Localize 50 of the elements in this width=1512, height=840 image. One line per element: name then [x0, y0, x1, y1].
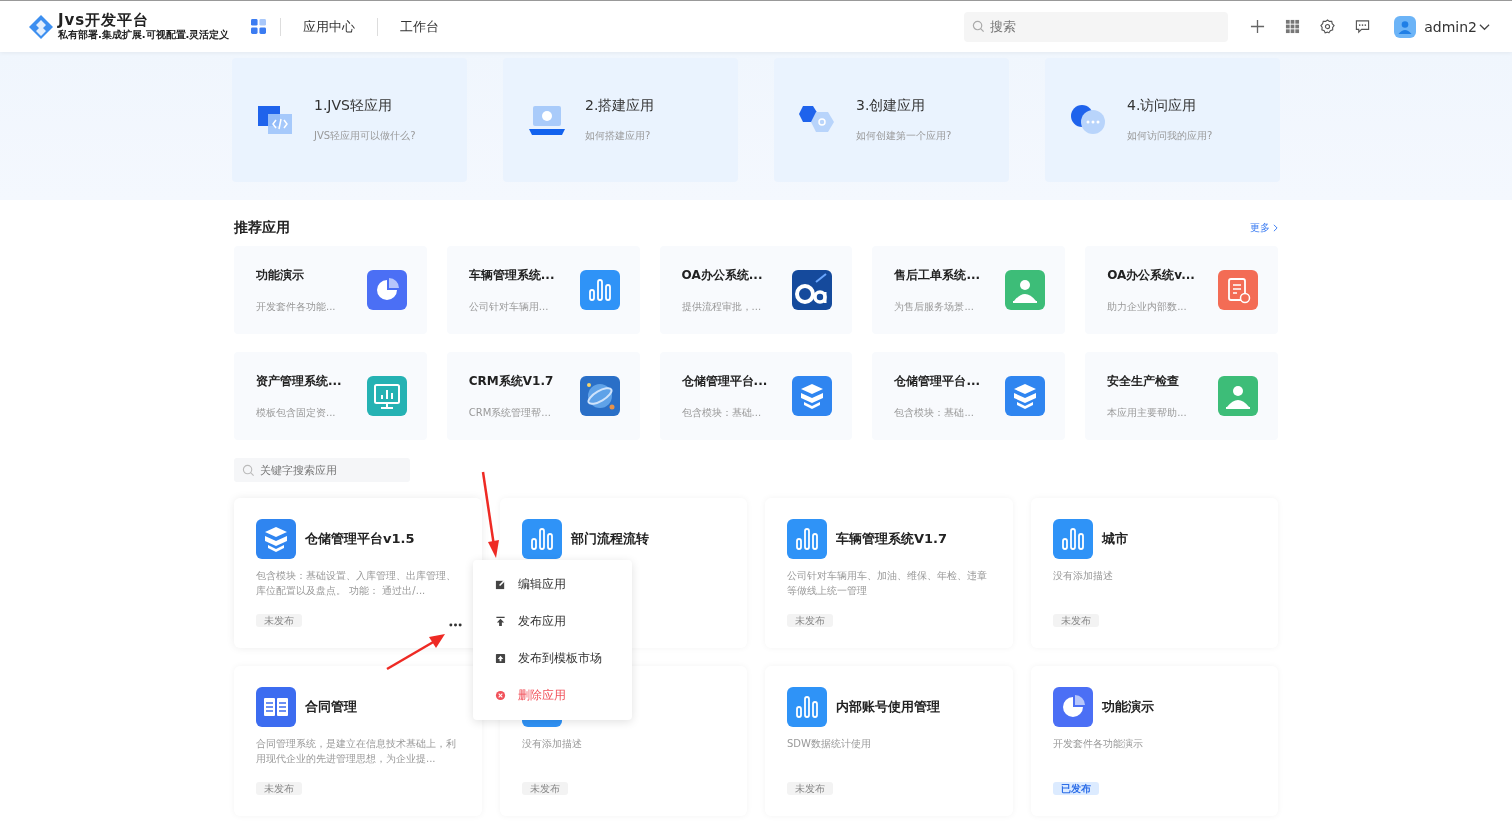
guide-subtitle: JVS轻应用可以做什么?	[314, 129, 416, 143]
app-description: 包含模块：基础...	[894, 405, 975, 420]
guide-title: 1.JVS轻应用	[314, 97, 393, 115]
app-description: SDW数据统计使用	[787, 738, 871, 749]
app-name: 功能演示	[256, 266, 305, 284]
app-name: 车辆管理系统...	[468, 266, 555, 284]
app-name: 安全生产检查	[1107, 372, 1181, 390]
app-name: 仓储管理平台...	[681, 372, 768, 390]
app-name: 合同管理	[305, 698, 357, 716]
app-name: 仓储管理平台...	[894, 372, 981, 390]
app-description: 没有添加描述	[1052, 570, 1113, 581]
app-description: 本应用主要帮助...	[1107, 405, 1187, 420]
status-tag: 未发布	[1052, 614, 1099, 627]
app-description: 合同管理系统，是建立在信息技术基础上，利用现代企业的先进管理思想，为企业提...	[256, 738, 456, 764]
app-description: 为售后服务场景...	[894, 299, 975, 314]
app-description: 开发套件各功能演示	[1052, 738, 1143, 749]
app-name: 车辆管理系统V1.7	[836, 530, 948, 548]
app-description: 模板包含固定资...	[256, 405, 337, 420]
status-tag: 已发布	[1052, 782, 1099, 795]
app-description: CRM系统管理帮...	[468, 405, 552, 420]
app-name: 城市	[1101, 530, 1128, 548]
guide-title: 4.访问应用	[1127, 97, 1198, 115]
status-tag: 未发布	[256, 782, 302, 795]
status-tag: 未发布	[787, 782, 833, 795]
app-description: 助力企业内部数...	[1107, 299, 1188, 314]
app-description: 提供流程审批，...	[681, 299, 763, 314]
app-name: 内部账号使用管理	[836, 698, 940, 716]
status-tag: 未发布	[787, 614, 833, 627]
app-name: 资产管理系统...	[256, 372, 342, 390]
logo-subtitle: 私有部署.集成扩展.可视配置.灵活定义	[58, 29, 230, 41]
app-description: 包含模块：基础设置、入库管理、出库管理、库位配置以及盘点。 功能： 通过出/...	[256, 570, 456, 596]
app-name: 售后工单系统...	[894, 266, 981, 284]
app-name: CRM系统V1.7	[468, 372, 554, 390]
app-name: 部门流程流转	[570, 530, 649, 548]
app-name: OA办公系统...	[681, 266, 763, 284]
section-title: 推荐应用	[234, 219, 290, 237]
guide-subtitle: 如何访问我的应用?	[1127, 129, 1213, 143]
guide-title: 3.创建应用	[856, 97, 927, 115]
app-description: 开发套件各功能...	[256, 299, 336, 314]
status-tag: 未发布	[521, 782, 568, 795]
app-description: 公司针对车辆用...	[468, 299, 550, 314]
logo-title: Jvs开发平台	[58, 12, 151, 29]
app-name: 功能演示	[1101, 698, 1154, 716]
guide-title: 2.搭建应用	[585, 97, 655, 115]
app-description: 没有添加描述	[521, 738, 582, 749]
app-description: 包含模块：基础...	[681, 405, 763, 420]
app-name: 仓储管理平台v1.5	[305, 530, 415, 548]
guide-subtitle: 如何搭建应用?	[585, 129, 652, 143]
app-name: OA办公系统v...	[1107, 266, 1195, 284]
status-tag: 未发布	[256, 614, 302, 627]
